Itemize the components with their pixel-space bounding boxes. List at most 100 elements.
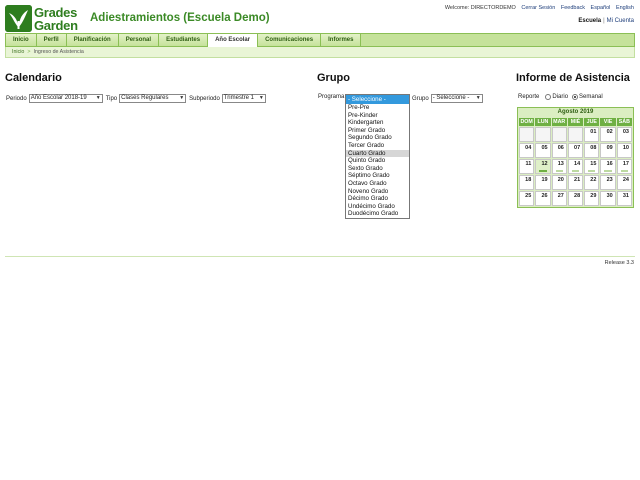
calendar-day[interactable]: 05 [535, 143, 551, 158]
logo-text-line2: Garden [34, 18, 78, 33]
tab-estudiantes[interactable]: Estudiantes [159, 34, 209, 46]
programa-option[interactable]: Undécimo Grado [346, 203, 409, 211]
calendar-day[interactable]: 09 [600, 143, 616, 158]
calendar-day[interactable]: 11 [519, 159, 535, 174]
my-account-link[interactable]: Mi Cuenta [607, 18, 634, 24]
calendar-day-number: 26 [541, 193, 548, 199]
calendar-day[interactable]: 17 [616, 159, 632, 174]
diario-radio[interactable] [545, 94, 552, 100]
school-link[interactable]: Escuela [578, 18, 601, 24]
grupo-select[interactable]: - Seleccione - ▼ [430, 94, 483, 103]
calendar-day[interactable]: 10 [616, 143, 632, 158]
footer-divider [5, 256, 635, 257]
calendar-weekday: SÁB [616, 118, 632, 126]
calendar-day[interactable]: 30 [600, 191, 616, 206]
programa-option[interactable]: Pre-Pre [346, 104, 409, 112]
programa-option[interactable]: Décimo Grado [346, 195, 409, 203]
calendar-empty-cell [535, 127, 551, 142]
calendar-day[interactable]: 04 [519, 143, 535, 158]
calendar-day-number: 15 [590, 161, 597, 167]
programa-option[interactable]: Primer Grado [346, 127, 409, 135]
calendar-day[interactable]: 03 [616, 127, 632, 142]
programa-option[interactable]: Tercer Grado [346, 142, 409, 150]
calendar-weekday: MAR [551, 118, 567, 126]
tipo-select[interactable]: Clases Regulares ▼ [119, 94, 187, 103]
grades-garden-logo[interactable]: Grades Garden [5, 4, 85, 32]
calendar-day-number: 24 [622, 177, 629, 183]
calendar-day-number: 22 [590, 177, 597, 183]
grupo-controls: Grupo - Seleccione - ▼ [412, 94, 486, 103]
logout-link[interactable]: Cerrar Sesión [521, 5, 555, 11]
subperiodo-select[interactable]: Trimestre 1 ▼ [221, 94, 266, 103]
calendar-day[interactable]: 06 [551, 143, 567, 158]
programa-label-row: Programa [318, 94, 346, 100]
calendar-day-number: 29 [590, 193, 597, 199]
tab-planificacion[interactable]: Planificación [66, 34, 119, 46]
tab-ano-escolar[interactable]: Año Escolar [208, 34, 259, 48]
programa-option[interactable]: Séptimo Grado [346, 172, 409, 180]
calendar-day[interactable]: 19 [535, 175, 551, 190]
spanish-link[interactable]: Español [591, 5, 611, 11]
programa-option[interactable]: Segundo Grado [346, 134, 409, 142]
calendar-day[interactable]: 15 [584, 159, 600, 174]
programa-option[interactable]: Kindergarten [346, 119, 409, 127]
programa-option[interactable]: Octavo Grado [346, 180, 409, 188]
tab-inicio[interactable]: Inicio [6, 34, 37, 46]
calendar-day[interactable]: 22 [584, 175, 600, 190]
feedback-link[interactable]: Feedback [561, 5, 585, 11]
chevron-down-icon: ▼ [179, 95, 185, 101]
calendario-heading: Calendario [5, 72, 62, 84]
calendar-day-number: 20 [557, 177, 564, 183]
programa-option[interactable]: Pre-Kinder [346, 112, 409, 120]
calendar-day[interactable]: 27 [551, 191, 567, 206]
calendar-day[interactable]: 08 [584, 143, 600, 158]
calendar-weekday: LUN [535, 118, 551, 126]
calendar-day[interactable]: 21 [567, 175, 584, 190]
calendar-day[interactable]: 24 [616, 175, 632, 190]
breadcrumb-current: Ingreso de Asistencia [33, 49, 84, 55]
informe-heading: Informe de Asistencia [516, 72, 630, 84]
calendar-day-number: 27 [557, 193, 564, 199]
breadcrumb-separator: > [27, 49, 31, 55]
calendar-day[interactable]: 13 [551, 159, 567, 174]
calendar-day[interactable]: 26 [535, 191, 551, 206]
calendar-day[interactable]: 16 [600, 159, 616, 174]
programa-dropdown-selected[interactable]: - Seleccione - [346, 95, 409, 104]
programa-option[interactable]: Duodécimo Grado [346, 210, 409, 218]
programa-option[interactable]: Sexto Grado [346, 165, 409, 173]
calendar-day[interactable]: 25 [519, 191, 535, 206]
diario-label: Diario [552, 94, 569, 100]
breadcrumb-home[interactable]: Inicio [12, 49, 24, 55]
programa-option[interactable]: Noveno Grado [346, 188, 409, 196]
calendar-day[interactable]: 12 [535, 159, 551, 174]
periodo-select[interactable]: Año Escolar 2018-19 ▼ [28, 94, 103, 103]
periodo-label: Periodo [6, 95, 27, 102]
calendar-day[interactable]: 23 [600, 175, 616, 190]
calendar-day[interactable]: 28 [567, 191, 584, 206]
release-version: Release 3.3 [604, 260, 634, 266]
calendar-day[interactable]: 31 [616, 191, 632, 206]
programa-option[interactable]: Quinto Grado [346, 157, 409, 165]
semanal-radio[interactable] [572, 94, 579, 100]
tab-personal[interactable]: Personal [118, 34, 160, 46]
grupo-label: Grupo [412, 95, 429, 102]
tab-comunicaciones[interactable]: Comunicaciones [258, 34, 322, 46]
tab-informes[interactable]: Informes [321, 34, 362, 46]
programa-option[interactable]: Cuarto Grado [346, 149, 409, 158]
calendar-day[interactable]: 29 [584, 191, 600, 206]
calendar-day[interactable]: 07 [567, 143, 584, 158]
english-link[interactable]: English [616, 5, 634, 11]
calendar-day[interactable]: 18 [519, 175, 535, 190]
programa-dropdown[interactable]: - Seleccione - Pre-Pre Pre-Kinder Kinderga… [345, 94, 410, 219]
calendar-day[interactable]: 14 [567, 159, 584, 174]
calendar-day-number: 01 [590, 129, 597, 135]
attendance-marker [539, 170, 547, 172]
calendar-day[interactable]: 02 [600, 127, 616, 142]
calendar-day-number: 19 [541, 177, 548, 183]
tab-perfil[interactable]: Perfil [36, 34, 67, 46]
subperiodo-label: Subperiodo [189, 95, 220, 102]
school-nav-separator: | [603, 18, 605, 24]
calendar-day[interactable]: 20 [551, 175, 567, 190]
calendar-day[interactable]: 01 [584, 127, 600, 142]
calendar-day-number: 13 [557, 161, 564, 167]
